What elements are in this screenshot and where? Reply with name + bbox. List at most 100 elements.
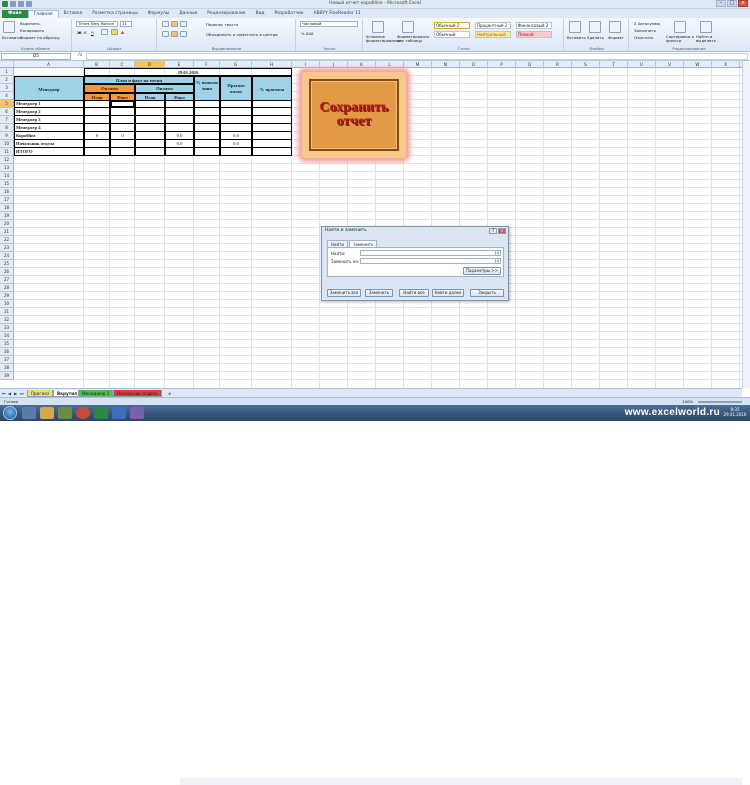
table-cell[interactable] xyxy=(194,148,220,156)
align-bottom-icon[interactable] xyxy=(180,21,187,27)
column-header[interactable]: V xyxy=(656,61,684,68)
find-dropdown-icon[interactable]: ▾ xyxy=(495,251,500,255)
forecast-header[interactable]: Прогноз оплат xyxy=(220,76,252,101)
table-date[interactable]: 29.01.2016 xyxy=(84,68,292,76)
table-cell[interactable] xyxy=(135,100,165,108)
save-report-button[interactable]: Сохранить отчет xyxy=(302,72,406,158)
row-header[interactable]: 10 xyxy=(0,140,14,148)
close-button[interactable]: × xyxy=(738,0,748,7)
table-cell[interactable]: 0,0 xyxy=(165,132,194,140)
replace-button[interactable]: Заменить xyxy=(365,289,393,297)
column-header[interactable]: J xyxy=(320,61,348,68)
row-header[interactable]: 11 xyxy=(0,148,14,156)
cut-button[interactable]: Вырезать xyxy=(20,21,40,26)
column-header[interactable]: M xyxy=(404,61,432,68)
table-cell[interactable] xyxy=(110,124,135,132)
table-cell[interactable] xyxy=(220,148,252,156)
column-header[interactable]: A xyxy=(14,61,84,68)
find-next-button[interactable]: Найти далее xyxy=(432,289,464,297)
horizontal-scrollbar[interactable] xyxy=(180,778,742,785)
row-header[interactable]: 26 xyxy=(0,268,14,276)
sort-filter-button[interactable]: Сортировка и фильтр xyxy=(666,35,694,43)
row-header[interactable]: 25 xyxy=(0,260,14,268)
column-header[interactable]: I xyxy=(292,61,320,68)
fx-icon[interactable]: fx xyxy=(78,53,82,58)
copy-button[interactable]: Копировать xyxy=(20,28,44,33)
table-cell[interactable] xyxy=(135,148,165,156)
name-box[interactable]: D5 xyxy=(1,53,71,60)
help-button[interactable]: ? xyxy=(489,228,497,234)
row-header[interactable]: 24 xyxy=(0,252,14,260)
font-size-combo[interactable]: 11 xyxy=(120,21,132,27)
payments-header-2[interactable]: Оплаты xyxy=(135,84,194,93)
find-select-button[interactable]: Найти и выделить xyxy=(696,35,722,43)
table-cell[interactable] xyxy=(220,100,252,108)
delete-cells-button[interactable]: Удалить xyxy=(587,35,604,40)
tab-page-layout[interactable]: Разметка страницы xyxy=(87,10,143,18)
table-cell[interactable]: 0,0 xyxy=(220,132,252,140)
row-header[interactable]: 16 xyxy=(0,188,14,196)
row-header[interactable]: 9 xyxy=(0,132,14,140)
sort-filter-icon[interactable] xyxy=(674,21,686,33)
column-header[interactable]: T xyxy=(600,61,628,68)
percent-button[interactable]: % 000 xyxy=(301,31,313,36)
paste-icon[interactable] xyxy=(3,21,15,33)
table-cell[interactable] xyxy=(135,132,165,140)
table-cell[interactable] xyxy=(194,132,220,140)
align-left-icon[interactable] xyxy=(162,31,169,37)
word-icon[interactable] xyxy=(112,407,126,419)
style-normal[interactable]: Обычный xyxy=(434,31,470,38)
chrome-icon[interactable] xyxy=(76,407,90,419)
table-cell[interactable] xyxy=(84,140,110,148)
table-cell[interactable] xyxy=(220,116,252,124)
table-cell[interactable] xyxy=(135,140,165,148)
column-header[interactable]: G xyxy=(220,61,252,68)
pct-done-header[interactable]: % выполн ения xyxy=(194,76,220,101)
row-header[interactable]: 18 xyxy=(0,204,14,212)
column-header[interactable]: H xyxy=(252,61,292,68)
table-cell[interactable]: 0,0 xyxy=(220,140,252,148)
style-neutral[interactable]: Нейтральный xyxy=(475,31,511,38)
table-cell[interactable] xyxy=(84,124,110,132)
plan-fact-header[interactable]: План и факт на месяц xyxy=(84,76,194,84)
table-cell[interactable] xyxy=(194,100,220,108)
manager-header[interactable]: Менеджер xyxy=(14,76,84,101)
row-header[interactable]: 37 xyxy=(0,356,14,364)
merge-center-button[interactable]: Объединить и поместить в центре xyxy=(206,32,278,37)
fill-button[interactable]: Заполнить xyxy=(634,28,656,33)
find-all-button[interactable]: Найти все xyxy=(399,289,429,297)
options-button[interactable]: Параметры >> xyxy=(463,267,501,275)
table-cell[interactable] xyxy=(84,116,110,124)
underline-button[interactable]: Ч xyxy=(91,30,94,35)
table-cell[interactable] xyxy=(194,124,220,132)
last-sheet-icon[interactable]: ⏭ xyxy=(20,391,25,396)
row-header[interactable]: 34 xyxy=(0,332,14,340)
select-all-corner[interactable] xyxy=(0,61,14,68)
table-cell[interactable] xyxy=(135,116,165,124)
align-center-icon[interactable] xyxy=(171,31,178,37)
table-cell[interactable] xyxy=(165,100,194,108)
row-header[interactable]: 27 xyxy=(0,276,14,284)
column-header[interactable]: U xyxy=(628,61,656,68)
conditional-format-icon[interactable] xyxy=(372,21,384,33)
next-sheet-icon[interactable]: ▶ xyxy=(14,391,19,396)
table-cell[interactable] xyxy=(165,108,194,116)
insert-cells-button[interactable]: Вставить xyxy=(567,35,586,40)
align-right-icon[interactable] xyxy=(180,31,187,37)
row-header[interactable]: 30 xyxy=(0,300,14,308)
row-header[interactable]: 39 xyxy=(0,372,14,380)
table-cell[interactable] xyxy=(194,108,220,116)
tab-developer[interactable]: Разработчик xyxy=(269,10,308,18)
manager-name-cell[interactable]: Менеджер 1 xyxy=(14,100,84,108)
minimize-button[interactable]: – xyxy=(716,0,726,7)
tab-view[interactable]: Вид xyxy=(251,10,270,18)
replace-input[interactable]: ▾ xyxy=(360,258,501,264)
insert-cells-icon[interactable] xyxy=(569,21,581,33)
start-button[interactable] xyxy=(3,406,17,420)
first-sheet-icon[interactable]: ⏮ xyxy=(2,391,7,396)
table-cell[interactable] xyxy=(84,108,110,116)
maximize-button[interactable]: □ xyxy=(727,0,737,7)
dialog-close-button[interactable]: × xyxy=(498,228,506,234)
table-cell[interactable] xyxy=(252,116,292,124)
fill-color-icon[interactable] xyxy=(111,29,118,35)
